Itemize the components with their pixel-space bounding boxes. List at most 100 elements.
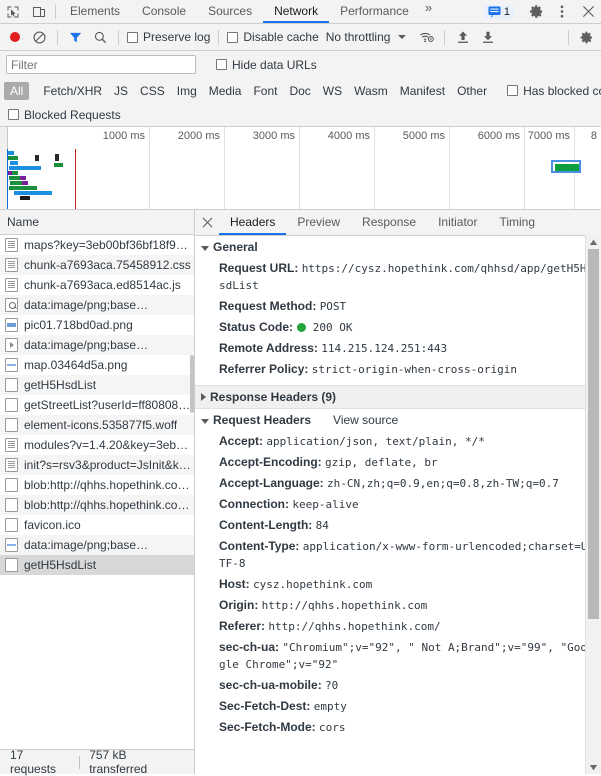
request-list[interactable]: maps?key=3eb00bf36bf18f94… chunk-a7693ac…	[0, 235, 194, 774]
details-scrollbar[interactable]	[585, 235, 601, 774]
request-count-label: 17 requests	[10, 748, 57, 776]
request-row-1[interactable]: chunk-a7693aca.75458912.css	[0, 255, 194, 275]
type-filter-css[interactable]: CSS	[134, 82, 171, 100]
type-filter-doc[interactable]: Doc	[283, 82, 316, 100]
type-filter-media[interactable]: Media	[203, 82, 248, 100]
throttling-value: No throttling	[325, 30, 391, 44]
image-icon	[5, 318, 18, 332]
console-messages-badge[interactable]: 1	[483, 4, 514, 19]
details-body[interactable]: General Request URL: https://cysz.hopeth…	[195, 236, 601, 774]
request-row-12[interactable]: blob:http://qhhs.hopethink.co…	[0, 475, 194, 495]
caret-right-icon	[201, 393, 206, 401]
details-tab-headers[interactable]: Headers	[219, 210, 287, 235]
details-tab-response[interactable]: Response	[351, 210, 427, 235]
tab-sources[interactable]: Sources	[197, 0, 263, 23]
general-section-header[interactable]: General	[195, 236, 601, 258]
request-row-8[interactable]: getStreetList?userId=ff808081…	[0, 395, 194, 415]
request-row-10[interactable]: modules?v=1.4.20&key=3eb0…	[0, 435, 194, 455]
type-filter-fetch-xhr[interactable]: Fetch/XHR	[37, 82, 108, 100]
request-row-2[interactable]: chunk-a7693aca.ed8514ac.js	[0, 275, 194, 295]
request-row-4[interactable]: pic01.718bd0ad.png	[0, 315, 194, 335]
tab-performance[interactable]: Performance	[329, 0, 420, 23]
header-name: Content-Type:	[219, 539, 300, 553]
request-name: blob:http://qhhs.hopethink.co…	[24, 478, 190, 492]
response-headers-section-header[interactable]: Response Headers (9)	[195, 385, 601, 409]
preserve-log-checkbox[interactable]: Preserve log	[124, 30, 213, 44]
tab-elements[interactable]: Elements	[59, 0, 131, 23]
header-value: cysz.hopethink.com	[253, 578, 373, 591]
filter-icon[interactable]	[63, 25, 88, 49]
overview-bar	[9, 186, 37, 190]
search-icon[interactable]	[88, 25, 113, 49]
request-row-16[interactable]: getH5HsdList	[0, 555, 194, 575]
details-tab-initiator[interactable]: Initiator	[427, 210, 488, 235]
has-blocked-cookies-checkbox[interactable]: Has blocked cookies	[504, 84, 601, 98]
header-name: Origin:	[219, 598, 259, 612]
details-scrollbar-thumb[interactable]	[588, 249, 599, 619]
header-value: keep-alive	[292, 498, 359, 511]
blocked-requests-checkbox[interactable]: Blocked Requests	[8, 108, 124, 122]
type-filter-wasm[interactable]: Wasm	[348, 82, 394, 100]
overview-bar	[35, 155, 39, 161]
chevron-down-icon[interactable]	[398, 35, 407, 39]
record-button-icon[interactable]	[2, 25, 27, 49]
request-name: blob:http://qhhs.hopethink.co…	[24, 498, 190, 512]
details-tab-preview[interactable]: Preview	[286, 210, 351, 235]
device-toolbar-icon[interactable]	[26, 0, 52, 23]
type-filter-ws[interactable]: WS	[317, 82, 348, 100]
hide-data-urls-checkbox[interactable]: Hide data URLs	[213, 58, 320, 72]
close-icon[interactable]	[575, 5, 601, 18]
clear-icon[interactable]	[27, 25, 52, 49]
type-filter-js[interactable]: JS	[108, 82, 134, 100]
request-row-11[interactable]: init?s=rsv3&product=JsInit&k…	[0, 455, 194, 475]
export-har-icon[interactable]	[475, 25, 500, 49]
gear-icon[interactable]	[523, 4, 549, 19]
request-row-3[interactable]: data:image/png;base…	[0, 295, 194, 315]
header-name: Accept:	[219, 434, 264, 448]
request-name: map.03464d5a.png	[24, 358, 128, 372]
network-conditions-icon[interactable]	[414, 25, 439, 49]
type-filter-other[interactable]: Other	[451, 82, 493, 100]
more-tabs-icon[interactable]: »	[420, 0, 437, 23]
request-row-9[interactable]: element-icons.535877f5.woff	[0, 415, 194, 435]
disable-cache-checkbox[interactable]: Disable cache	[224, 30, 321, 44]
overview-selected-request[interactable]	[551, 160, 581, 173]
media-icon	[5, 338, 18, 352]
details-tab-timing[interactable]: Timing	[488, 210, 546, 235]
request-list-scrollbar[interactable]	[190, 355, 194, 413]
request-row-0[interactable]: maps?key=3eb00bf36bf18f94…	[0, 235, 194, 255]
network-overview[interactable]: 1000 ms 2000 ms 3000 ms 4000 ms 5000 ms …	[0, 127, 601, 210]
request-row-13[interactable]: blob:http://qhhs.hopethink.co…	[0, 495, 194, 515]
filter-input[interactable]	[6, 55, 196, 74]
tab-network[interactable]: Network	[263, 0, 330, 23]
request-row-6[interactable]: map.03464d5a.png	[0, 355, 194, 375]
network-settings-gear-icon[interactable]	[574, 25, 599, 49]
kebab-menu-icon[interactable]	[549, 4, 575, 19]
request-row-7[interactable]: getH5HsdList	[0, 375, 194, 395]
toolbar-divider-3	[218, 29, 220, 45]
close-details-icon[interactable]	[195, 210, 219, 235]
throttling-select[interactable]: No throttling	[322, 30, 395, 44]
request-name: getStreetList?userId=ff808081…	[24, 398, 194, 412]
request-headers-section-header[interactable]: Request Headers View source	[195, 409, 601, 431]
tab-network-label: Network	[274, 3, 319, 18]
inspect-element-icon[interactable]	[0, 0, 26, 23]
type-filter-font[interactable]: Font	[247, 82, 283, 100]
scroll-down-arrow-icon[interactable]	[586, 760, 601, 774]
import-har-icon[interactable]	[450, 25, 475, 49]
image-icon	[5, 538, 18, 552]
scroll-up-arrow-icon[interactable]	[586, 235, 601, 249]
header-name: Request URL:	[219, 261, 299, 275]
script-icon	[5, 458, 18, 472]
header-row-content-length: Content-Length: 84	[195, 515, 601, 536]
request-list-header[interactable]: Name	[0, 210, 194, 235]
tab-console[interactable]: Console	[131, 0, 197, 23]
type-filter-manifest[interactable]: Manifest	[394, 82, 451, 100]
type-filter-all[interactable]: All	[4, 81, 30, 100]
view-source-link[interactable]: View source	[333, 413, 398, 427]
has-blocked-cookies-box	[507, 85, 519, 96]
request-row-5[interactable]: data:image/png;base…	[0, 335, 194, 355]
request-row-14[interactable]: favicon.ico	[0, 515, 194, 535]
request-row-15[interactable]: data:image/png;base…	[0, 535, 194, 555]
type-filter-img[interactable]: Img	[171, 82, 203, 100]
